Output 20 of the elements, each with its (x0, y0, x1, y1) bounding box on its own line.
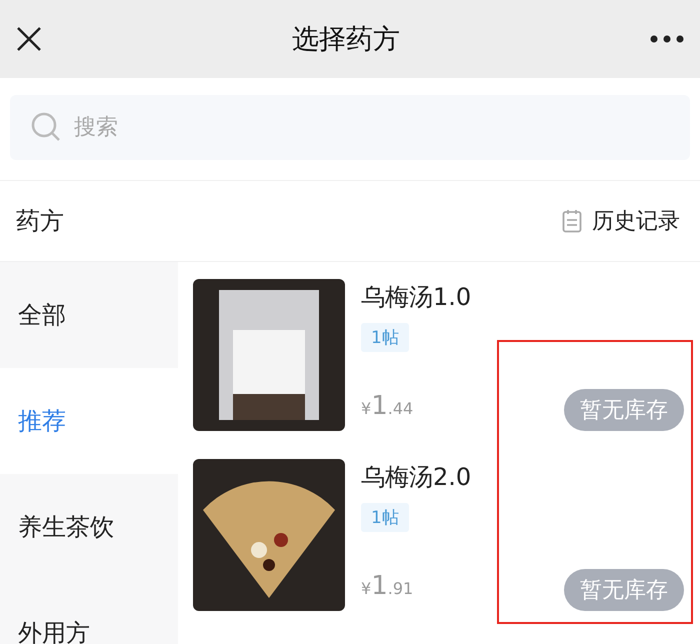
calendar-icon (562, 209, 582, 233)
more-button[interactable] (650, 35, 684, 43)
product-name: 乌梅汤1.0 (361, 282, 472, 313)
category-item[interactable]: 外用方 (0, 580, 178, 644)
product-price: ¥1.44 (361, 391, 414, 421)
section-title: 药方 (16, 206, 64, 237)
close-button[interactable] (16, 26, 42, 52)
history-button[interactable]: 历史记录 (562, 206, 680, 236)
dose-tag: 1帖 (361, 323, 409, 352)
category-item[interactable]: 全部 (0, 262, 178, 368)
page-title: 选择药方 (292, 23, 400, 57)
product-name: 乌梅汤2.0 (361, 462, 472, 493)
category-item[interactable]: 养生茶饮 (0, 474, 178, 580)
search-icon (30, 111, 62, 143)
category-item[interactable]: 推荐 (0, 368, 178, 474)
dose-tag: 1帖 (361, 503, 409, 532)
product-price: ¥1.91 (361, 571, 414, 601)
search-field[interactable]: 搜索 (10, 95, 690, 160)
more-icon (650, 35, 684, 43)
close-icon (16, 26, 42, 52)
